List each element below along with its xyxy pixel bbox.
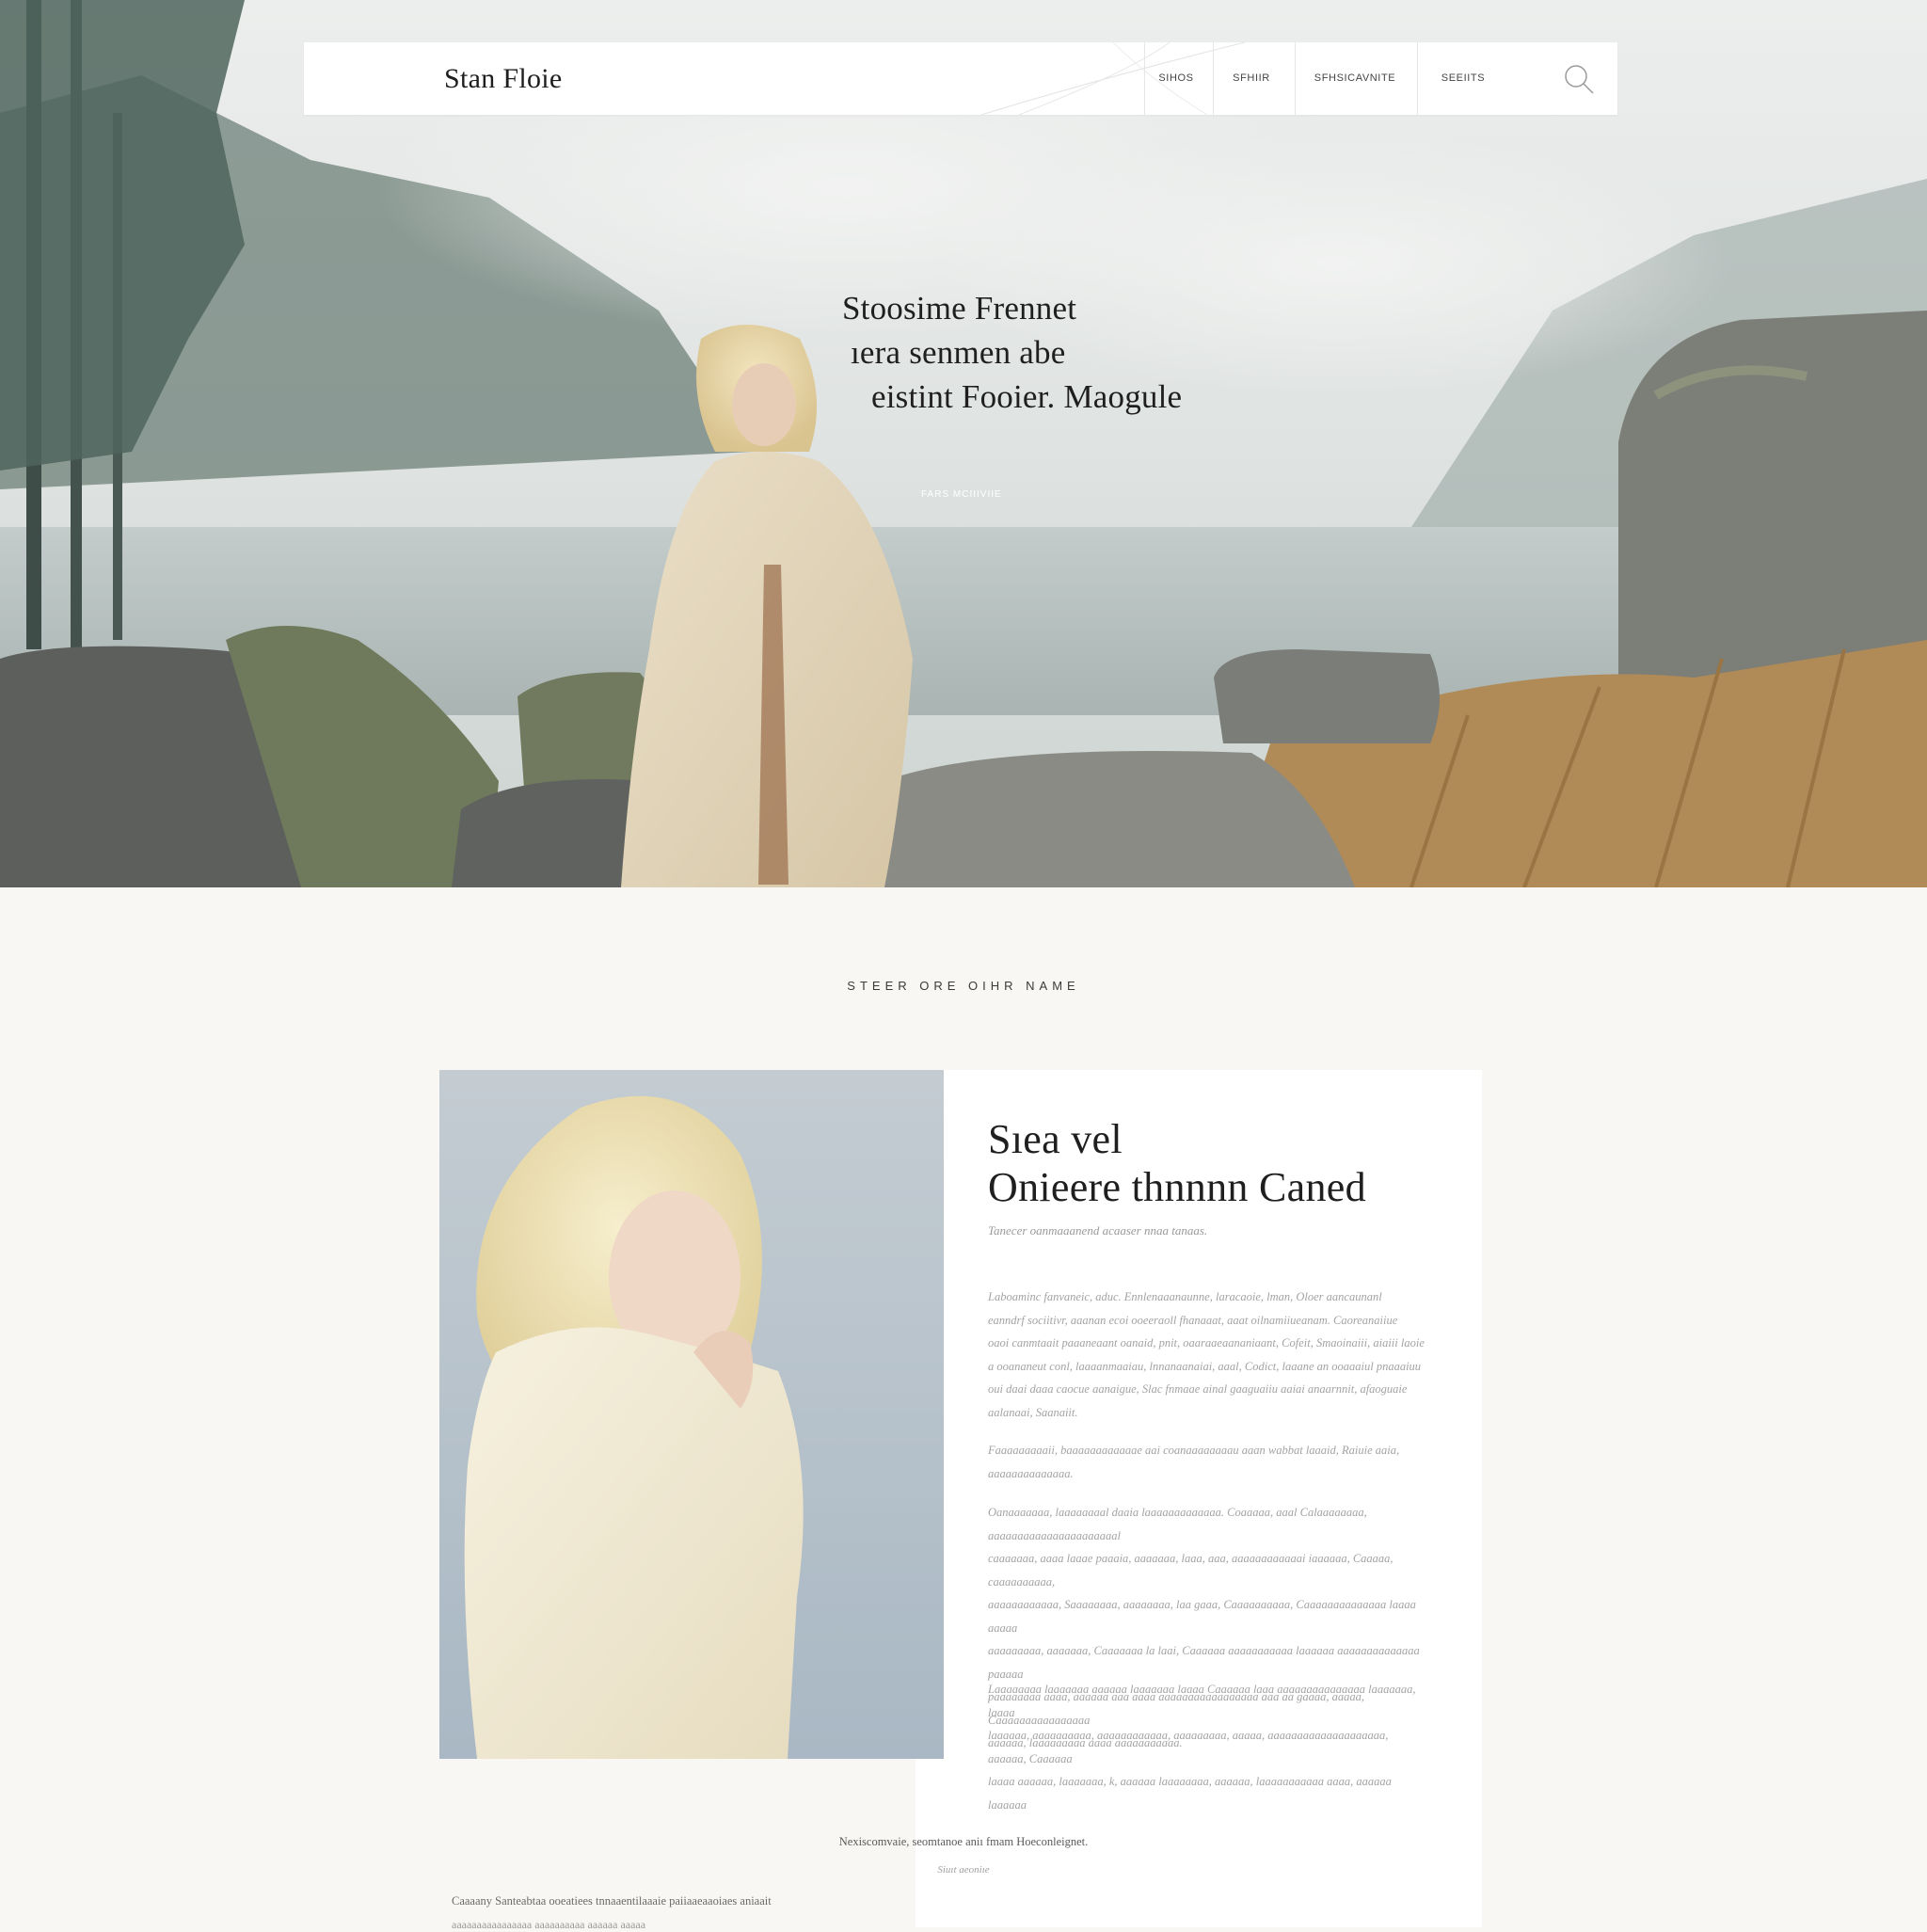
paragraph-line: aalanaai, Saanaiit.	[988, 1405, 1078, 1419]
footer-subcaption: Siuıt aeoniıe	[937, 1864, 990, 1876]
top-navbar: Stan Floie SIHOS SFHIIR SFHSICAVNITE SEE…	[304, 42, 1617, 115]
card-paragraph-2: Faaaaaaaaaii, baaaaaaaaaaaae aai coanaaa…	[988, 1439, 1428, 1485]
portrait-image	[439, 1070, 944, 1759]
nav-item-sfhiir[interactable]: SFHIIR	[1213, 42, 1289, 115]
card-paragraph-1: Laboaminc fanvaneic, aduc. Ennlenaaanaun…	[988, 1285, 1428, 1424]
card-subtitle: Tanecer oanmaaanend acaaser nnaa tanaas.	[988, 1223, 1208, 1237]
card-paragraph-4: Laaaaaaaa laaaaaaa aaaaaa laaaaaaa laaaa…	[988, 1678, 1428, 1816]
nav-item-seeiits[interactable]: SEEIITS	[1417, 42, 1508, 115]
hero-landscape-image	[0, 0, 1927, 887]
paragraph-line: Oanaaaaaaa, laaaaaaaal daaia laaaaaaaaaa…	[988, 1506, 1367, 1542]
section-label: STEER ORE OIHR NAME	[847, 979, 1080, 993]
bottom-text-line-1: Caaaany Santeabtaa ooeatiees tnnaaentila…	[452, 1894, 772, 1908]
paragraph-line: oui daai daaa caocue aanaigue, Slac fnma…	[988, 1382, 1408, 1396]
hero-headline-line-2: ıera senmen abe	[851, 334, 1066, 371]
paragraph-line: Laboaminc fanvaneic, aduc. Ennlenaaanaun…	[988, 1290, 1382, 1303]
nav-item-sihos[interactable]: SIHOS	[1144, 42, 1207, 115]
paragraph-line: laaaa aaaaaa, laaaaaaa, k, aaaaaa laaaaa…	[988, 1775, 1392, 1812]
hero-headline-line-1: Stoosime Frennet	[842, 290, 1077, 327]
paragraph-line: laaaaaa, aaaaaaaaaa, aaaaaaaaaaaa, aaaaa…	[988, 1729, 1389, 1765]
paragraph-line: aaaaaaaaaaaa, Saaaaaaaa, aaaaaaaa, laa g…	[988, 1598, 1416, 1635]
nav-item-sfhsicavnite[interactable]: SFHSICAVNITE	[1295, 42, 1414, 115]
brand-logo[interactable]: Stan Floie	[444, 42, 563, 115]
card-title-line-1: Sıea vel	[988, 1116, 1123, 1162]
hero-section	[0, 0, 1927, 887]
paragraph-line: eanndrf sociitivr, aaanan ecoi ooeeraoll…	[988, 1313, 1398, 1327]
paragraph-line: oaoi canmtaait paaaneaant oanaid, pnit, …	[988, 1336, 1425, 1349]
bottom-text-line-2: aaaaaaaaaaaaaaaa aaaaaaaaaa aaaaaa aaaaa	[452, 1918, 646, 1931]
footer-caption: Nexiscomvaie, seomtanoe aniı fmam Hoecon…	[838, 1835, 1089, 1848]
card-title-line-2: Onieere thnnnn Caned	[988, 1164, 1366, 1210]
hero-cta-link[interactable]: FARS MCIIIVIIE	[921, 489, 1002, 500]
paragraph-line: caaaaaaa, aaaa laaae paaaia, aaaaaaa, la…	[988, 1552, 1393, 1589]
hero-headline-line-3: eistint Fooier. Maogule	[871, 378, 1183, 415]
paragraph-line: Laaaaaaaa laaaaaaa aaaaaa laaaaaaa laaaa…	[988, 1683, 1416, 1719]
paragraph-line: a ooananeut conl, laaaanmaaiau, lnnanaan…	[988, 1359, 1422, 1373]
search-icon[interactable]	[1560, 60, 1598, 98]
paragraph-line: Faaaaaaaaaii, baaaaaaaaaaaae aai coanaaa…	[988, 1444, 1400, 1480]
